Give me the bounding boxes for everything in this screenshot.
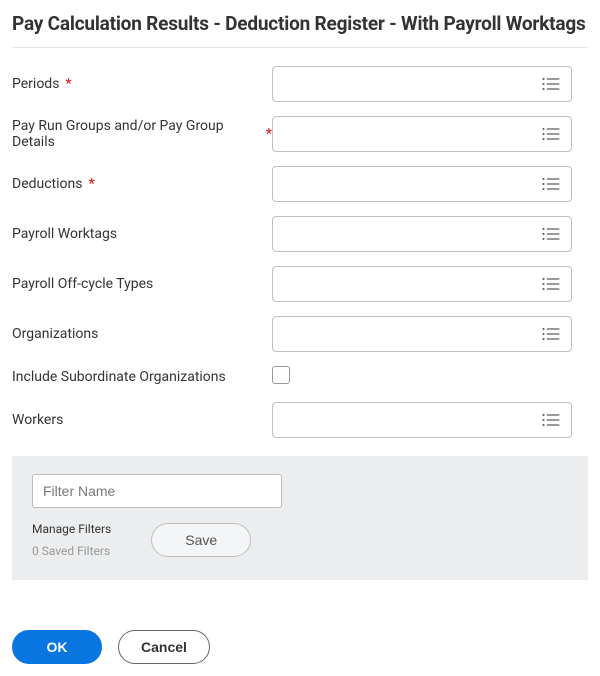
manage-filters-link[interactable]: Manage Filters (32, 522, 111, 536)
filter-panel: Manage Filters 0 Saved Filters Save (12, 456, 588, 580)
field-input-cell (272, 266, 588, 302)
workers-prompt[interactable] (272, 402, 572, 438)
save-filter-button[interactable]: Save (151, 523, 251, 557)
filter-links: Manage Filters 0 Saved Filters (32, 522, 111, 558)
field-label: Periods (12, 76, 59, 92)
field-label-cell: Organizations (12, 326, 272, 342)
field-input-cell (272, 366, 588, 388)
field-row-payroll-worktags: Payroll Worktags (12, 216, 588, 252)
field-label: Organizations (12, 326, 98, 342)
field-input-cell (272, 316, 588, 352)
criteria-form: Periods * Pay Run Groups and/or Pay Grou… (12, 66, 588, 438)
field-label: Workers (12, 412, 63, 428)
field-label: Include Subordinate Organizations (12, 369, 226, 385)
list-icon (541, 412, 561, 428)
periods-prompt[interactable] (272, 66, 572, 102)
list-icon (541, 326, 561, 342)
field-label-cell: Workers (12, 412, 272, 428)
include-sub-orgs-checkbox[interactable] (272, 366, 290, 384)
ok-button[interactable]: OK (12, 630, 102, 664)
list-icon (541, 276, 561, 292)
field-input-cell (272, 166, 588, 202)
offcycle-types-prompt[interactable] (272, 266, 572, 302)
field-label-cell: Payroll Worktags (12, 226, 272, 242)
page-title: Pay Calculation Results - Deduction Regi… (12, 12, 588, 35)
field-row-deductions: Deductions * (12, 166, 588, 202)
field-label: Pay Run Groups and/or Pay Group Details (12, 118, 260, 150)
field-input-cell (272, 216, 588, 252)
saved-filters-count: 0 Saved Filters (32, 544, 111, 558)
list-icon (541, 126, 561, 142)
field-label-cell: Periods * (12, 76, 272, 92)
field-input-cell (272, 66, 588, 102)
pay-run-groups-prompt[interactable] (272, 116, 572, 152)
cancel-button[interactable]: Cancel (118, 630, 210, 664)
deductions-prompt[interactable] (272, 166, 572, 202)
report-criteria-page: Pay Calculation Results - Deduction Regi… (0, 0, 600, 676)
field-row-periods: Periods * (12, 66, 588, 102)
field-label: Payroll Worktags (12, 226, 117, 242)
list-icon (541, 226, 561, 242)
list-icon (541, 176, 561, 192)
list-icon (541, 76, 561, 92)
field-input-cell (272, 116, 588, 152)
divider (12, 47, 588, 48)
filter-name-input[interactable] (32, 474, 282, 508)
field-row-offcycle-types: Payroll Off-cycle Types (12, 266, 588, 302)
field-row-pay-run-groups: Pay Run Groups and/or Pay Group Details … (12, 116, 588, 152)
payroll-worktags-prompt[interactable] (272, 216, 572, 252)
field-label-cell: Include Subordinate Organizations (12, 369, 272, 385)
organizations-prompt[interactable] (272, 316, 572, 352)
field-label: Deductions (12, 176, 82, 192)
field-row-include-sub-orgs: Include Subordinate Organizations (12, 366, 588, 388)
field-row-workers: Workers (12, 402, 588, 438)
required-marker: * (65, 76, 71, 92)
action-bar: OK Cancel (12, 630, 588, 664)
field-input-cell (272, 402, 588, 438)
field-label-cell: Payroll Off-cycle Types (12, 276, 272, 292)
field-row-organizations: Organizations (12, 316, 588, 352)
required-marker: * (88, 176, 94, 192)
filter-row: Manage Filters 0 Saved Filters Save (32, 522, 568, 558)
field-label-cell: Deductions * (12, 176, 272, 192)
field-label-cell: Pay Run Groups and/or Pay Group Details … (12, 118, 272, 150)
field-label: Payroll Off-cycle Types (12, 276, 153, 292)
